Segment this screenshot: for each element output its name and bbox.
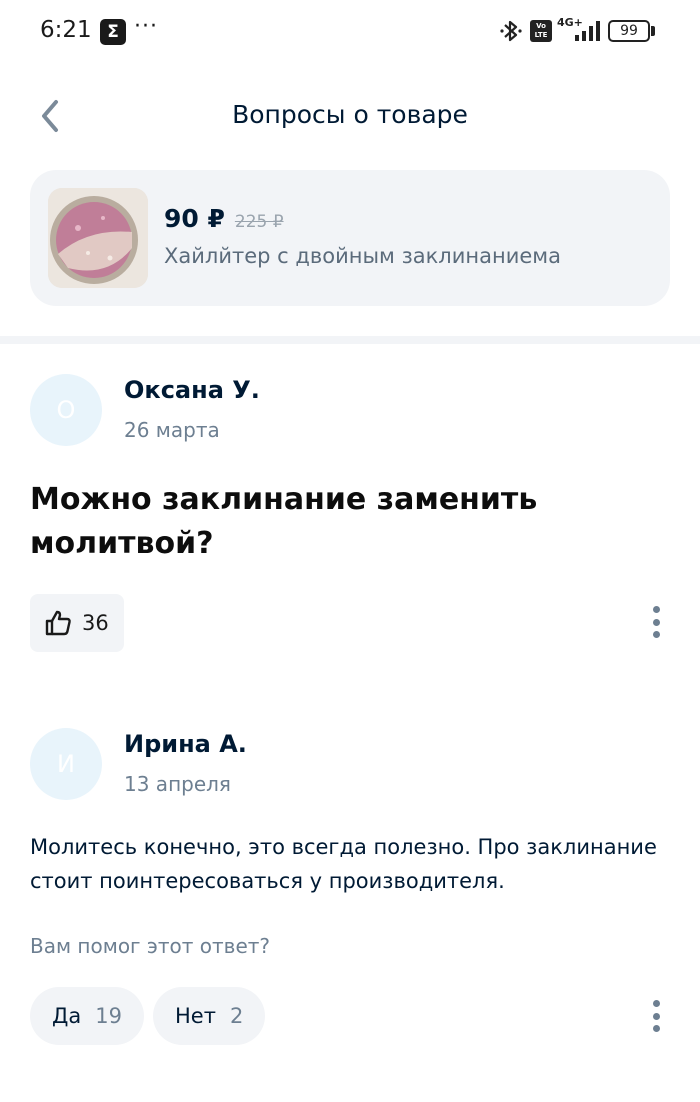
vote-no-count: 2: [229, 1004, 244, 1028]
battery-nub: [651, 26, 655, 36]
signal-strength-icon: [573, 20, 603, 46]
like-button[interactable]: 36: [30, 594, 124, 652]
more-dot: [652, 618, 660, 626]
answer-more-button[interactable]: [646, 996, 666, 1036]
question-more-button[interactable]: [646, 602, 666, 642]
question-date: 26 марта: [124, 418, 220, 442]
volte-icon: Vo LTE: [530, 20, 552, 42]
product-image: [48, 188, 148, 288]
section-divider: [0, 336, 700, 344]
more-vertical-icon: [652, 1000, 660, 1007]
vote-yes-button[interactable]: Да 19: [30, 987, 145, 1045]
bluetooth-icon: [499, 18, 523, 48]
question-text: Можно заклинание заменить молитвой?: [30, 482, 538, 561]
thumbs-up-icon: [45, 610, 71, 636]
more-dot: [652, 1025, 660, 1032]
more-notifications-icon: ···: [134, 14, 158, 39]
sigma-app-icon: Σ: [100, 19, 126, 45]
vote-yes-count: 19: [95, 1004, 123, 1028]
more-vertical-icon: [652, 606, 660, 613]
vote-yes-label: Да: [52, 1004, 82, 1028]
answer-date: 13 апреля: [124, 772, 231, 796]
more-dot: [652, 1012, 660, 1020]
page-title: Вопросы о товаре: [232, 100, 468, 129]
app-header: Вопросы о товаре: [0, 80, 700, 150]
product-name: Хайлйтер с двойным заклинаниема: [164, 244, 561, 268]
old-price: 225 ₽: [234, 212, 284, 232]
answer-author: Ирина А.: [124, 730, 247, 758]
helpful-question: Вам помог этот ответ?: [30, 934, 271, 958]
vote-no-label: Нет: [175, 1004, 216, 1028]
avatar: О: [30, 374, 102, 446]
like-count: 36: [82, 611, 109, 635]
vote-no-button[interactable]: Нет 2: [153, 987, 266, 1045]
question-author: Оксана У.: [124, 376, 260, 404]
status-bar: 6:21 Σ ··· Vo LTE 4G+ 99: [0, 0, 700, 64]
price-row: 90 ₽ 225 ₽: [164, 204, 284, 233]
product-card[interactable]: 90 ₽ 225 ₽ Хайлйтер с двойным заклинание…: [30, 170, 670, 306]
status-time: 6:21: [40, 17, 92, 43]
current-price: 90 ₽: [164, 204, 225, 233]
battery-icon: 99: [608, 20, 650, 42]
more-dot: [652, 631, 660, 638]
avatar: И: [30, 728, 102, 800]
answer-text: Молитесь конечно, это всегда полезно. Пр…: [30, 835, 657, 893]
